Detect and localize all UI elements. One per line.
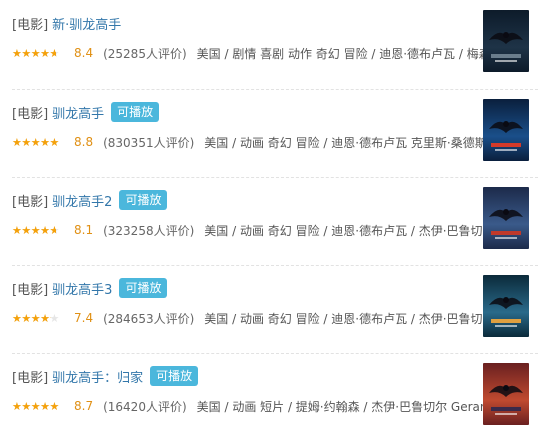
subject-info: 美国 / 剧情 喜剧 动作 奇幻 冒险 / 迪恩·德布卢瓦 / 梅森 ...	[196, 46, 506, 61]
result-item: [电影] 新·驯龙高手 ★★★★★ ★★★★★ 8.4 (25285人评价) 美国 / 剧情…	[0, 0, 550, 88]
result-title-row: [电影] 驯龙高手 可播放	[12, 102, 160, 122]
result-title-row: [电影] 新·驯龙高手	[12, 13, 121, 33]
rating-count: (284653人评价)	[103, 311, 195, 326]
star-rating-icon: ★★★★★★★★★★	[12, 46, 59, 60]
result-item: [电影]驯龙高手3 可播放 ★★★★★★★★★★ 7.4 (284653人评价) 美国 /…	[0, 265, 550, 353]
rating-count: (16420人评价)	[103, 399, 187, 414]
two-dragons-icon	[483, 275, 529, 337]
divider	[12, 353, 538, 354]
subject-info: 美国 / 动画 奇幻 冒险 / 迪恩·德布卢瓦 克里斯·桑德斯 / ...	[204, 135, 510, 150]
rating-score: 8.8	[74, 135, 94, 149]
poster-image[interactable]	[483, 363, 529, 425]
result-title-link[interactable]: 驯龙高手	[52, 103, 104, 122]
result-meta-row: ★★★★★ ★★★★★ 8.8 (830351人评价) 美国 / 动画 奇幻 冒险 / …	[12, 134, 510, 150]
result-meta-row: ★★★★★ ★★★★★ 8.7 (16420人评价) 美国 / 动画 短片 / 提姆·约…	[12, 398, 507, 414]
rating-score: 8.1	[74, 223, 94, 237]
category-label: [电影]	[12, 106, 49, 122]
playable-badge[interactable]: 可播放	[111, 102, 160, 122]
star-rating-icon: ★★★★★★★★★★	[12, 399, 59, 413]
divider	[12, 177, 538, 178]
playable-badge[interactable]: 可播放	[150, 366, 199, 386]
result-title-link[interactable]: 驯龙高手3	[52, 279, 112, 298]
divider	[12, 265, 538, 266]
poster-image[interactable]	[483, 187, 529, 249]
result-meta-row: ★★★★★ ★★★★★ 8.1 (323258人评价) 美国 / 动画 奇幻 冒险 / …	[12, 222, 518, 238]
poster-image[interactable]	[483, 275, 529, 337]
poster-image[interactable]	[483, 99, 529, 161]
poster-image[interactable]	[483, 10, 529, 72]
playable-badge[interactable]: 可播放	[119, 278, 168, 298]
result-title-row: [电影] 驯龙高手：归家 可播放	[12, 366, 199, 386]
night-fury-dragon-icon	[483, 187, 529, 249]
category-label: [电影]	[12, 282, 49, 298]
divider	[12, 89, 538, 90]
subject-info: 美国 / 动画 奇幻 冒险 / 迪恩·德布卢瓦 / 杰伊·巴鲁切尔 / ...	[204, 311, 518, 326]
subject-info: 美国 / 动画 短片 / 提姆·约翰森 / 杰伊·巴鲁切尔 Gerard ...	[196, 399, 508, 414]
category-label: [电影]	[12, 194, 49, 210]
star-rating-icon: ★★★★★★★★★★	[12, 135, 59, 149]
subject-info: 美国 / 动画 奇幻 冒险 / 迪恩·德布卢瓦 / 杰伊·巴鲁切尔 / ...	[204, 223, 518, 238]
rating-score: 7.4	[74, 311, 94, 325]
category-label: [电影]	[12, 17, 49, 33]
rating-count: (25285人评价)	[103, 46, 187, 61]
rating-count: (830351人评价)	[103, 135, 195, 150]
result-item: [电影] 驯龙高手：归家 可播放 ★★★★★ ★★★★★ 8.7 (16420人评价) 美国 …	[0, 353, 550, 441]
playable-badge[interactable]: 可播放	[119, 190, 168, 210]
result-item: [电影] 驯龙高手2 可播放 ★★★★★ ★★★★★ 8.1 (323258人评价) 美国 /…	[0, 177, 550, 265]
dragon-rider-silhouette-icon	[483, 10, 529, 72]
result-meta-row: ★★★★★★★★★★ 7.4 (284653人评价) 美国 / 动画 奇幻 冒险 / …	[12, 310, 518, 326]
night-fury-dragon-icon	[483, 99, 529, 161]
result-item: [电影] 驯龙高手 可播放 ★★★★★ ★★★★★ 8.8 (830351人评价) 美国 / …	[0, 89, 550, 177]
result-title-link[interactable]: 驯龙高手：归家	[52, 367, 143, 386]
category-label: [电影]	[12, 370, 49, 386]
rating-score: 8.4	[74, 46, 94, 60]
star-rating-icon: ★★★★★★★★★★	[12, 311, 59, 325]
holiday-dragons-icon	[483, 363, 529, 425]
result-title-row: [电影] 驯龙高手2 可播放	[12, 190, 168, 210]
star-rating-icon: ★★★★★★★★★★	[12, 223, 59, 237]
result-meta-row: ★★★★★ ★★★★★ 8.4 (25285人评价) 美国 / 剧情 喜剧 动作 奇幻 …	[12, 45, 506, 61]
rating-score: 8.7	[74, 399, 94, 413]
result-title-link[interactable]: 新·驯龙高手	[52, 14, 121, 33]
result-title-row: [电影] 驯龙高手3 可播放	[12, 278, 168, 298]
rating-count: (323258人评价)	[103, 223, 195, 238]
result-title-link[interactable]: 驯龙高手2	[52, 191, 112, 210]
